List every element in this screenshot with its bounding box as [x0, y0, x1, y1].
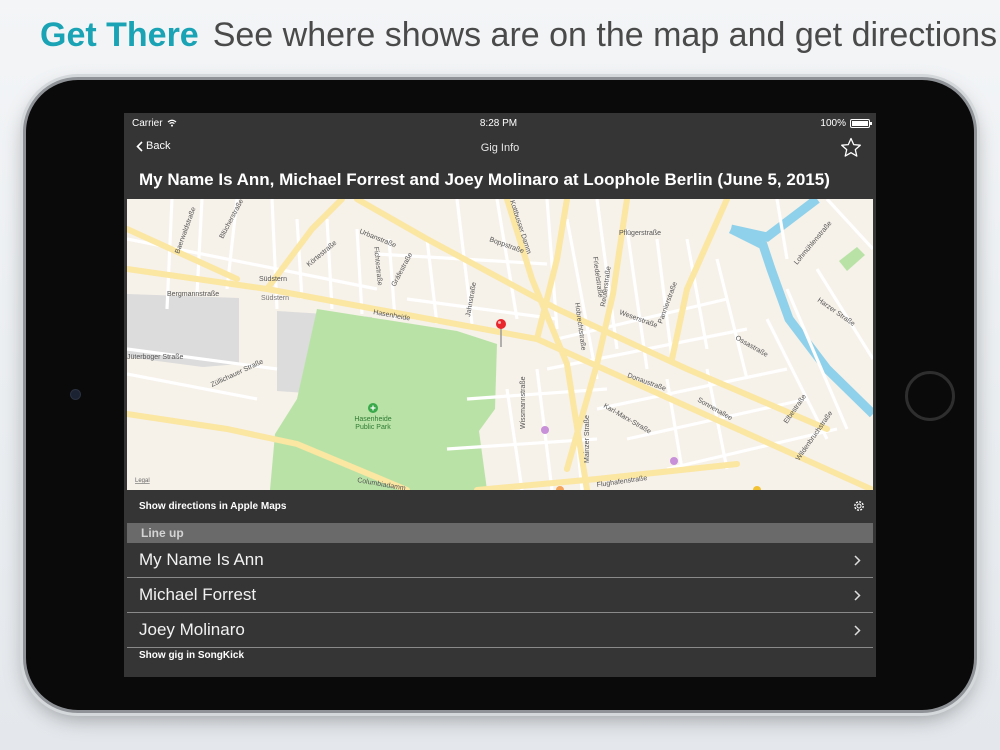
gig-title: My Name Is Ann, Michael Forrest and Joey…: [139, 170, 830, 189]
lineup-header: Line up: [127, 523, 873, 543]
list-item[interactable]: Joey Molinaro: [127, 613, 873, 648]
map-legal-link[interactable]: Legal: [135, 478, 150, 484]
headline: Get There See where shows are on the map …: [40, 16, 997, 55]
street-label: Jüterboger Straße: [127, 354, 184, 361]
status-bar: Carrier 8:28 PM 100%: [124, 113, 876, 133]
gear-icon[interactable]: [852, 499, 866, 513]
status-time: 8:28 PM: [479, 117, 518, 129]
battery-percent: 100%: [820, 117, 846, 129]
map-view[interactable]: Urbanstraße Hasenheide Südstern Südstern…: [127, 199, 873, 490]
home-button[interactable]: [905, 371, 955, 421]
artist-name: Joey Molinaro: [139, 620, 245, 639]
navigation-bar: Back Gig Info: [124, 133, 876, 163]
carrier-label: Carrier: [132, 117, 163, 129]
nav-title: Gig Info: [480, 142, 520, 154]
headline-accent: Get There: [40, 16, 199, 54]
chevron-right-icon: [854, 554, 861, 566]
status-left: Carrier: [132, 118, 177, 129]
lineup-list: My Name Is Ann Michael Forrest Joey Moli…: [127, 543, 873, 648]
songkick-link[interactable]: Show gig in SongKick: [139, 650, 244, 661]
back-button[interactable]: Back: [136, 140, 170, 152]
wifi-icon: [167, 119, 176, 127]
app-screen: Carrier 8:28 PM 100% Back Gig Info My Na…: [124, 113, 876, 677]
battery-icon: [849, 118, 872, 128]
directions-label[interactable]: Show directions in Apple Maps: [139, 501, 286, 512]
battery: 100%: [820, 117, 872, 129]
directions-row[interactable]: Show directions in Apple Maps: [124, 490, 876, 522]
list-item[interactable]: Michael Forrest: [127, 578, 873, 613]
street-label: Wissmannstraße: [520, 376, 527, 429]
artist-name: My Name Is Ann: [139, 550, 264, 569]
street-label: Mainzer Straße: [584, 415, 591, 463]
park-label: Public Park: [355, 424, 391, 431]
street-label: Bergmannstraße: [167, 291, 219, 298]
street-label: Südstern: [259, 276, 287, 283]
star-favorite-icon[interactable]: [840, 137, 862, 158]
artist-name: Michael Forrest: [139, 585, 257, 604]
street-label: Pflügerstraße: [619, 230, 661, 237]
headline-subtitle: See where shows are on the map and get d…: [212, 16, 998, 54]
camera-icon: [71, 390, 80, 399]
poi-icon: [670, 457, 678, 465]
chevron-right-icon: [854, 589, 861, 601]
chevron-right-icon: [854, 624, 861, 636]
poi-icon: [541, 426, 549, 434]
street-label: Südstern: [261, 295, 289, 302]
list-item[interactable]: My Name Is Ann: [127, 543, 873, 578]
back-label: Back: [146, 140, 171, 152]
park-label: Hasenheide: [354, 416, 391, 423]
chevron-left-icon: [136, 140, 143, 152]
